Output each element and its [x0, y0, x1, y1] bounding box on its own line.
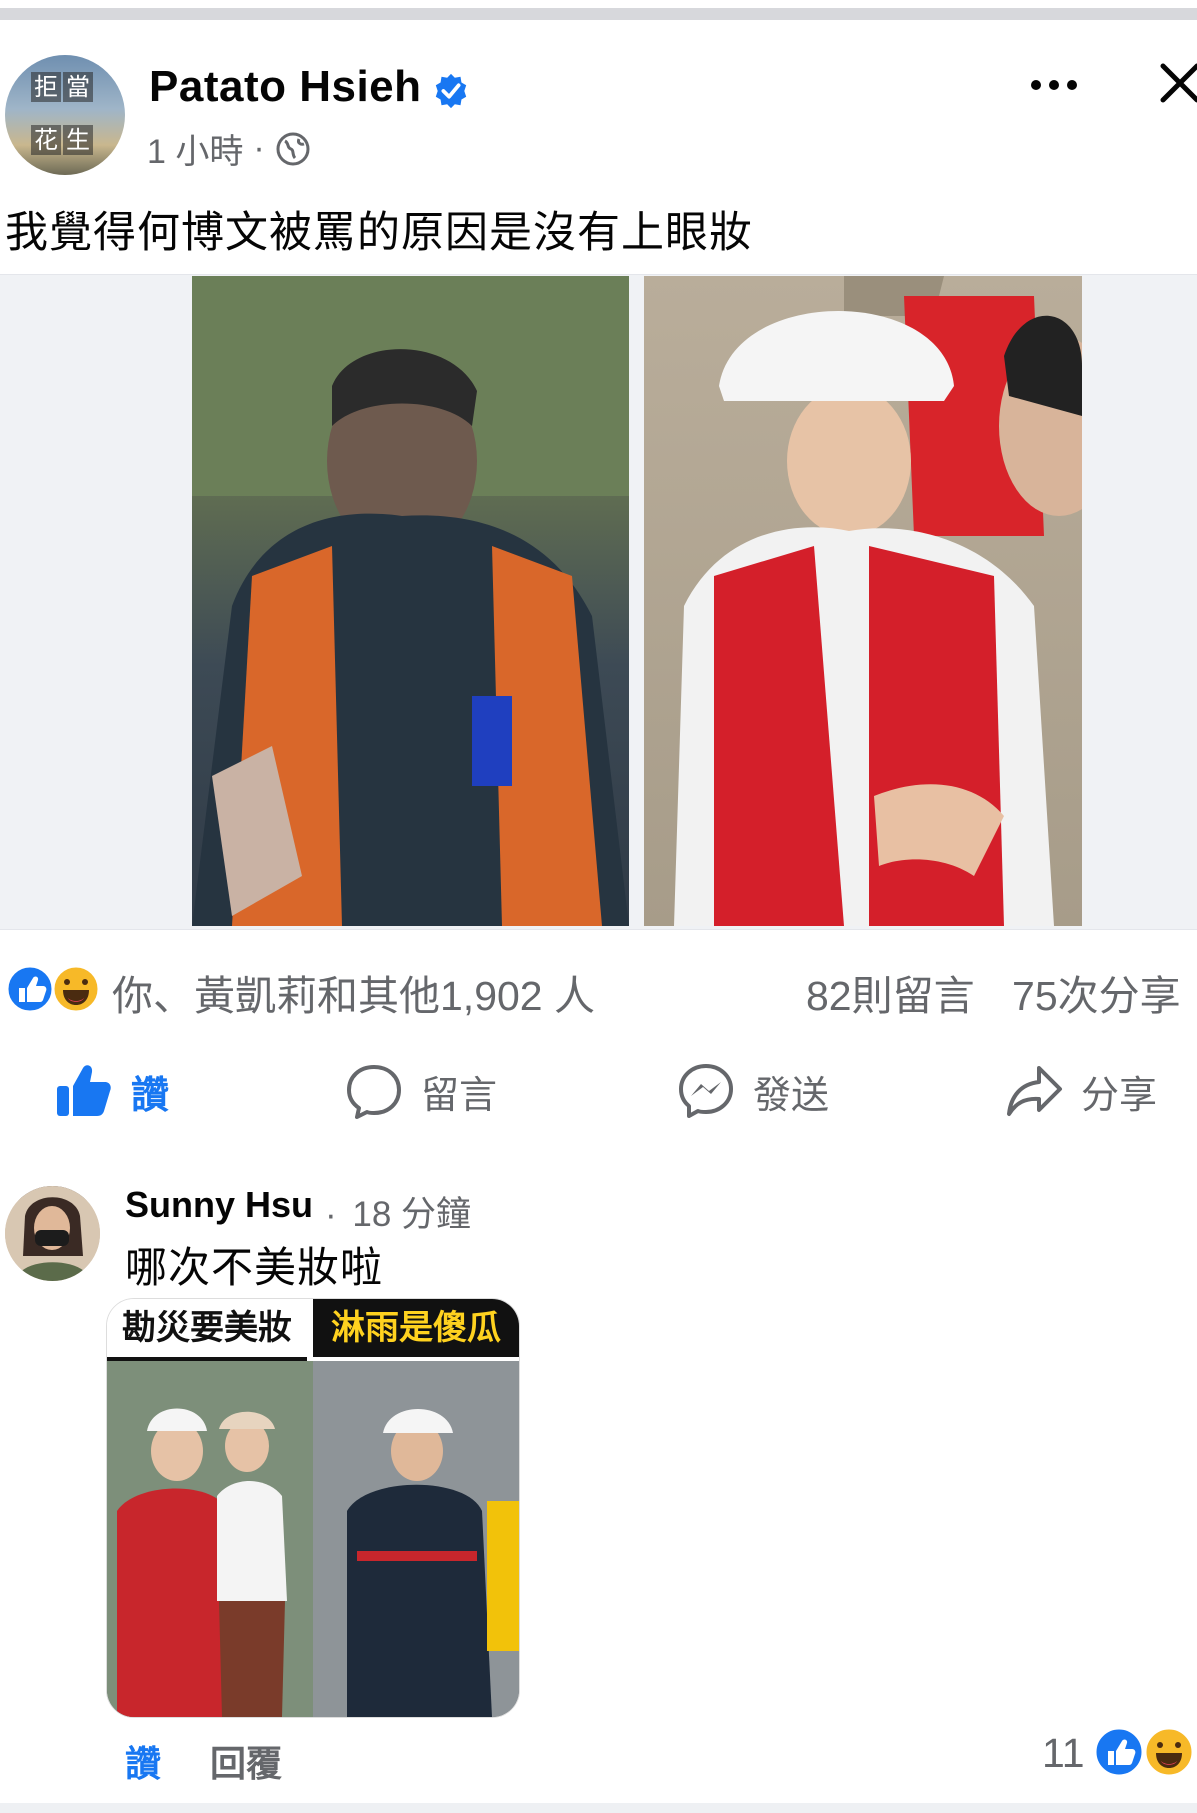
avatar-char-1: 拒 [31, 72, 61, 102]
send-button-label: 發送 [753, 1074, 830, 1117]
post-photo-left[interactable] [192, 276, 629, 926]
comment-image[interactable]: 勘災要美妝 淋雨是傻瓜 [106, 1298, 520, 1718]
verified-badge-icon [435, 73, 467, 109]
share-count[interactable]: 75次分享 [1012, 973, 1181, 1019]
comment-count[interactable]: 82則留言 [806, 973, 975, 1019]
comment-text: 哪次不美妝啦 [125, 1244, 384, 1291]
post-author-name[interactable]: Patato Hsieh [149, 62, 422, 112]
top-divider [0, 8, 1197, 20]
photo-right-illustration [674, 276, 1082, 926]
commenter-avatar-illustration [5, 1186, 100, 1281]
comment-image-illustration [107, 1361, 519, 1717]
post-meta: 1 小時 · [147, 124, 311, 173]
reaction-icons[interactable] [5, 964, 103, 1014]
like-button[interactable]: 讚 [55, 1062, 169, 1120]
messenger-icon [679, 1064, 733, 1118]
avatar-char-2: 當 [63, 72, 93, 102]
comment-meta: · 18 分鐘 [325, 1186, 471, 1237]
avatar-char-3: 花 [31, 125, 61, 155]
comment-bubble-icon [347, 1065, 401, 1119]
author-avatar[interactable]: 拒 當 花 生 [5, 55, 125, 175]
share-button-label: 分享 [1081, 1074, 1158, 1117]
post-time[interactable]: 1 小時 [147, 124, 243, 173]
meta-separator: · [253, 129, 265, 167]
next-comment-edge [0, 1803, 1197, 1813]
more-options-icon[interactable] [1026, 60, 1082, 110]
comment-reply-button[interactable]: 回覆 [210, 1735, 282, 1787]
comment-reaction-count[interactable]: 11 [1042, 1730, 1085, 1777]
comment-image-banner-left: 勘災要美妝 [107, 1299, 307, 1361]
haha-reaction-icon [1143, 1726, 1195, 1778]
close-icon[interactable] [1157, 60, 1197, 110]
commenter-avatar[interactable] [5, 1186, 100, 1281]
like-reaction-icon [1093, 1726, 1145, 1778]
haha-reaction-icon [51, 964, 101, 1014]
reactions-summary[interactable]: 你、黃凱莉和其他1,902 人 [112, 962, 595, 1022]
photo-left-illustration [192, 276, 629, 926]
send-button[interactable]: 發送 [677, 1062, 829, 1120]
comment-image-banner-right: 淋雨是傻瓜 [313, 1299, 519, 1357]
comment-time[interactable]: 18 分鐘 [352, 1195, 471, 1234]
comment-separator: · [325, 1195, 337, 1234]
like-reaction-icon [5, 964, 55, 1014]
commenter-name[interactable]: Sunny Hsu [125, 1184, 313, 1226]
share-button[interactable]: 分享 [1005, 1062, 1157, 1120]
avatar-char-4: 生 [63, 125, 93, 155]
comment-button[interactable]: 留言 [345, 1062, 497, 1120]
comments-shares-summary: 82則留言 75次分享 [806, 962, 1181, 1022]
comment-image-photo [107, 1361, 519, 1717]
like-button-label: 讚 [131, 1074, 170, 1117]
share-arrow-icon [1007, 1066, 1062, 1116]
globe-icon [276, 132, 310, 165]
thumbs-up-icon [57, 1065, 111, 1116]
comment-like-button[interactable]: 讚 [125, 1735, 161, 1787]
post-photo-right[interactable] [644, 276, 1082, 926]
comment-reaction-icons[interactable] [1093, 1726, 1197, 1778]
comment-button-label: 留言 [421, 1074, 498, 1117]
post-caption: 我覺得何博文被罵的原因是沒有上眼妝 [5, 209, 753, 257]
